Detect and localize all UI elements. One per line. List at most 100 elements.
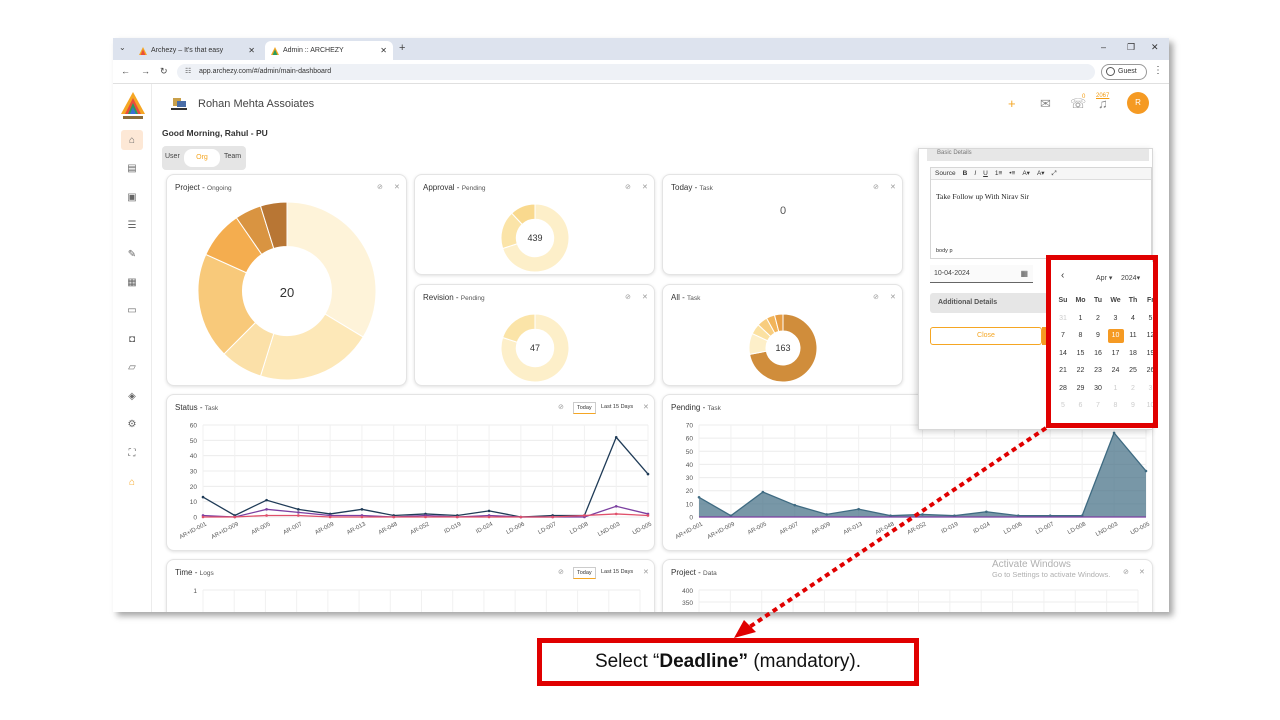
numbered-list-button[interactable]: 1≡ [995,168,1002,179]
forward-icon[interactable]: → [141,66,150,76]
data-point[interactable] [985,510,988,514]
profile-button[interactable]: Guest [1101,64,1147,80]
data-point[interactable] [614,435,618,439]
data-point[interactable] [360,515,364,519]
data-point[interactable] [297,514,300,517]
close-icon[interactable]: ✕ [642,183,648,191]
data-point[interactable] [424,515,427,519]
data-point[interactable] [487,515,491,519]
back-icon[interactable]: ← [121,66,130,76]
data-point[interactable] [1144,469,1148,473]
data-point[interactable] [201,515,205,519]
site-settings-icon[interactable]: ☷ [185,64,191,80]
clipboard-icon[interactable]: ▤ [121,158,143,178]
data-point[interactable] [265,508,268,511]
data-point[interactable] [697,495,701,499]
data-point[interactable] [646,514,650,517]
hide-icon[interactable]: ⊘ [558,568,564,576]
restore-icon[interactable]: ❐ [1127,42,1135,53]
data-point[interactable] [614,504,618,508]
deadline-input[interactable]: 10-04-2024 ▦ [930,265,1033,283]
calendar-icon[interactable]: ▦ [1020,265,1028,283]
edit-icon[interactable]: ✎ [121,244,143,264]
archezy-logo[interactable] [121,92,145,120]
range-today-button[interactable]: Today [573,402,596,414]
additional-details-header[interactable]: Additional Details [930,293,1048,313]
maximize-button[interactable]: ⤢ [1052,168,1057,179]
close-button[interactable]: Close [930,327,1042,345]
data-point[interactable] [360,508,364,511]
data-point[interactable] [392,515,396,519]
italic-button[interactable]: I [974,168,976,179]
data-point[interactable] [825,513,829,516]
report-icon[interactable]: ▦ [121,272,143,292]
close-icon[interactable]: ✕ [643,403,649,411]
close-tab-icon[interactable]: ✕ [248,46,255,55]
mail-icon[interactable]: ✉ [1040,96,1051,112]
data-point[interactable] [265,514,268,517]
basic-details-header[interactable]: Basic Details [927,149,1149,161]
shield-icon[interactable]: ◈ [121,386,143,406]
data-point[interactable] [265,498,268,502]
folder-icon[interactable]: ▱ [121,357,143,377]
data-point[interactable] [297,511,300,514]
home-icon[interactable]: ⌂ [121,130,143,150]
close-window-icon[interactable]: ✕ [1151,42,1159,53]
bold-button[interactable]: B [963,168,968,179]
bg-color-button[interactable]: A▾ [1037,168,1045,179]
data-point[interactable] [519,515,523,519]
reload-icon[interactable]: ↻ [160,66,168,77]
range-15-days-button[interactable]: Last 15 Days [598,567,636,577]
data-point[interactable] [583,514,586,517]
hide-icon[interactable]: ⊘ [625,293,631,301]
data-point[interactable] [551,515,554,519]
hide-icon[interactable]: ⊘ [558,403,564,411]
data-point[interactable] [328,515,332,519]
network-icon[interactable]: ⛶ [121,443,143,463]
data-point[interactable] [201,495,205,499]
donut-slice[interactable] [502,313,536,343]
bullet-list-button[interactable]: •≡ [1009,168,1015,179]
hide-icon[interactable]: ⊘ [377,183,383,191]
tab-admin[interactable]: Admin :: ARCHEZY ✕ [265,41,393,60]
hide-icon[interactable]: ⊘ [873,293,879,301]
close-tab-icon[interactable]: ✕ [380,46,387,55]
data-point[interactable] [857,507,860,511]
data-point[interactable] [455,515,459,519]
data-point[interactable] [487,509,491,513]
toggle-org[interactable]: Org [184,149,220,167]
range-15-days-button[interactable]: Last 15 Days [598,402,636,412]
settings-doc-icon[interactable]: ⚙ [121,414,143,434]
data-point[interactable] [614,512,618,516]
minimize-icon[interactable]: – [1101,42,1106,52]
briefcase-icon[interactable]: ◘ [121,329,143,349]
hide-icon[interactable]: ⊘ [625,183,631,191]
close-icon[interactable]: ✕ [890,293,896,301]
hide-icon[interactable]: ⊘ [1123,568,1129,576]
underline-button[interactable]: U [983,168,988,179]
tab-archezy-home[interactable]: Archezy – It's that easy ✕ [133,41,261,60]
source-button[interactable]: Source [935,168,956,179]
data-point[interactable] [921,513,924,516]
data-point[interactable] [761,490,765,494]
bank-icon[interactable]: ⌂ [121,472,143,492]
donut-slice[interactable] [286,201,377,338]
text-color-button[interactable]: A▾ [1022,168,1030,179]
toggle-user[interactable]: User [165,153,180,160]
data-point[interactable] [646,472,650,476]
tab-search-icon[interactable]: ⌄ [119,43,126,52]
add-icon[interactable]: + [1008,96,1016,111]
range-today-button[interactable]: Today [573,567,596,579]
book-icon[interactable]: ▭ [121,300,143,320]
data-point[interactable] [233,515,237,519]
close-icon[interactable]: ✕ [890,183,896,191]
editor-text[interactable]: Take Follow up With Nirav Sir [936,192,1029,201]
avatar[interactable]: R [1127,92,1149,114]
close-icon[interactable]: ✕ [394,183,400,191]
close-icon[interactable]: ✕ [643,568,649,576]
task-icon[interactable]: ▣ [121,187,143,207]
data-point[interactable] [1112,431,1116,435]
browser-menu-icon[interactable]: ⋮ [1153,65,1163,76]
close-icon[interactable]: ✕ [1139,568,1145,576]
url-input[interactable]: ☷ app.archezy.com/#/admin/main-dashboard [177,64,1095,80]
